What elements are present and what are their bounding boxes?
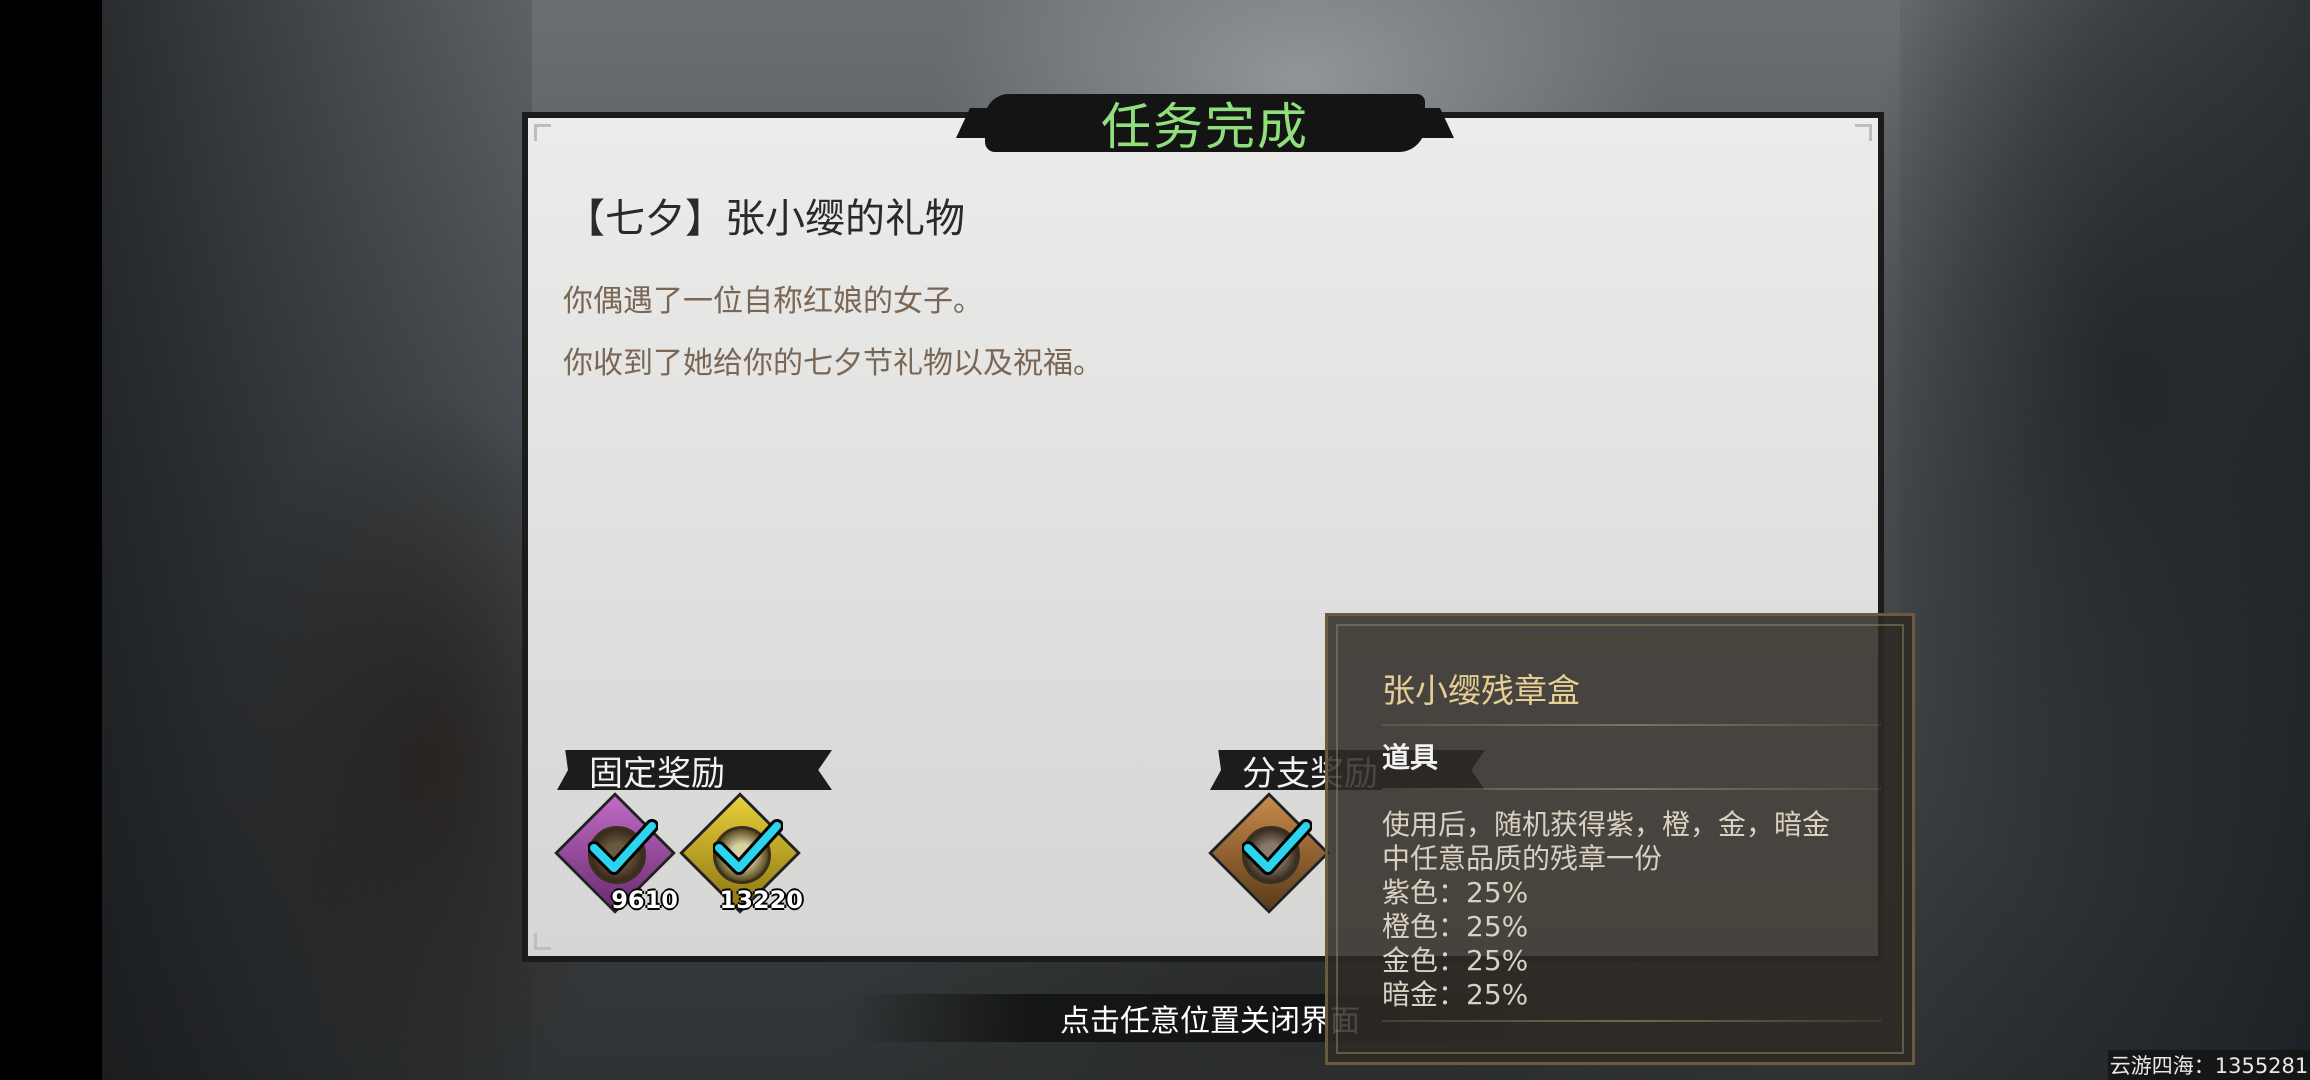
background-cliff-left: [102, 0, 532, 1080]
reward-item-coin-purple[interactable]: 9610: [554, 792, 678, 916]
tooltip-divider: [1382, 788, 1882, 790]
check-icon: [713, 819, 783, 875]
reward-count: 9610: [611, 886, 678, 914]
title-banner: 任务完成: [985, 94, 1425, 156]
tooltip-item-name: 张小缨残章盒: [1382, 671, 1580, 710]
dialog-title: 任务完成: [1101, 98, 1309, 156]
fixed-rewards-label-text: 固定奖励: [589, 753, 725, 794]
fixed-rewards-label: 固定奖励: [557, 750, 832, 790]
close-hint-text: 点击任意位置关闭界面: [1060, 1004, 1360, 1039]
quest-description-line: 你收到了她给你的七夕节礼物以及祝福。: [563, 346, 1103, 381]
quest-name: 【七夕】张小缨的礼物: [565, 196, 965, 242]
tooltip-divider: [1382, 724, 1882, 726]
background-cliff-right: [1900, 0, 2310, 1080]
tooltip-item-type: 道具: [1382, 741, 1439, 774]
corner-ornament: [534, 933, 551, 950]
corner-ornament: [1855, 124, 1872, 141]
reward-item-coin-gold[interactable]: 13220: [679, 792, 804, 916]
quest-description-line: 你偶遇了一位自称红娘的女子。: [563, 284, 983, 319]
left-letterbox: [0, 0, 102, 1080]
tooltip-divider: [1382, 1020, 1882, 1022]
watermark-text: 云游四海：1355281: [2109, 1054, 2309, 1078]
item-tooltip: 张小缨残章盒 道具 使用后，随机获得紫，橙，金，暗金 中任意品质的残章一份 紫色…: [1325, 613, 1915, 1065]
reward-item-badge-box[interactable]: [1208, 792, 1332, 916]
corner-ornament: [534, 124, 551, 141]
server-watermark: 云游四海：1355281: [2108, 1050, 2310, 1080]
reward-count: 13220: [719, 886, 804, 914]
check-icon: [1242, 819, 1312, 875]
tooltip-line: 暗金：25%: [1382, 978, 1529, 1011]
check-icon: [588, 819, 658, 875]
